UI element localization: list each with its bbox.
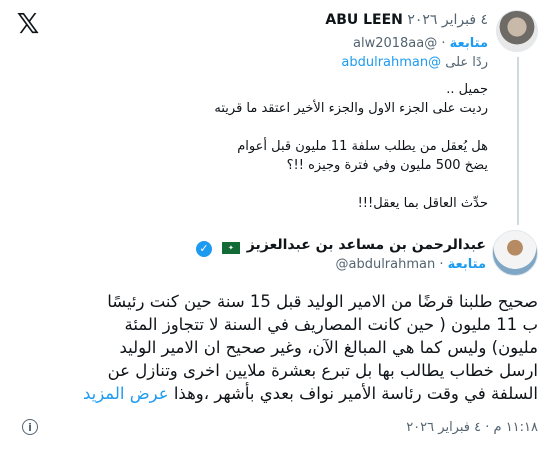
parent-text-line: جميل .. <box>446 82 488 97</box>
main-text-line: ب 11 مليون ( حين كانت المصاريف في السنة … <box>124 315 539 334</box>
parent-author-name[interactable]: ABU LEEN <box>325 12 403 28</box>
avatar-main-author[interactable] <box>492 230 538 276</box>
avatar-parent-author[interactable] <box>496 10 538 52</box>
parent-tweet-subheader: متابعة · @alw2018aa <box>68 34 488 54</box>
parent-follow-button[interactable]: متابعة <box>450 36 488 51</box>
main-tweet-header: عبدالرحمن بن مساعد بن عبدالعزيز ✦ ✓ <box>66 235 486 257</box>
reply-to-handle[interactable]: @abdulrahman <box>341 55 441 70</box>
main-tweet-subheader: @abdulrahman · متابعة <box>66 256 486 274</box>
main-text-line-last: السلفة في وقت رئاسة الأمير نواف بعدي بأش… <box>12 382 538 405</box>
main-text-line: ارسل خطاب يطالب بها بل تبرع بعشرة ملايين… <box>107 361 538 380</box>
main-tweet-timestamp[interactable]: ١١:١٨ م · ٤ فبراير ٢٠٢٦ <box>238 418 538 438</box>
parent-text-line: يضخ 500 مليون وفي فترة وجيزه !!؟ <box>286 158 488 173</box>
main-text-line: مليون) وليس كما هي المبالغ الآن، وغير صح… <box>119 338 539 357</box>
main-text-line: السلفة في وقت رئاسة الأمير نواف بعدي بأش… <box>173 384 538 403</box>
verified-check-icon: ✓ <box>196 241 213 257</box>
parent-tweet-text: جميل .. رديت على الجزء الاول والجزء الأخ… <box>68 80 488 213</box>
parent-text-line: حدِّث العاقل بما يعقل!!! <box>357 196 488 211</box>
reply-to-label: ردًا على <box>445 55 488 70</box>
info-icon[interactable]: i <box>22 419 38 435</box>
main-follow-button[interactable]: متابعة <box>448 257 486 272</box>
separator-dot: · <box>439 257 444 272</box>
main-author-name[interactable]: عبدالرحمن بن مساعد بن عبدالعزيز <box>247 237 486 253</box>
parent-tweet-header: ABU LEEN ٤ فبراير ٢٠٢٦ <box>58 10 488 30</box>
saudi-flag-icon: ✦ <box>221 242 240 254</box>
parent-text-line: هل يُعقل من يطلب سلفة 11 مليون قبل أعوام <box>237 139 488 154</box>
reply-to-line: ردًا على @abdulrahman <box>68 54 488 72</box>
parent-text-line: رديت على الجزء الاول والجزء الأخير اعتقد… <box>214 101 488 116</box>
main-author-handle[interactable]: @abdulrahman <box>335 257 435 272</box>
separator-dot: · <box>441 36 446 51</box>
parent-author-handle[interactable]: @alw2018aa <box>353 36 437 51</box>
parent-tweet-date[interactable]: ٤ فبراير ٢٠٢٦ <box>407 12 488 28</box>
show-more-link[interactable]: عرض المزيد <box>83 384 169 403</box>
x-logo-icon[interactable]: 𝕏 <box>14 10 42 38</box>
main-text-line: صحيح طلبنا قرضًا من الامير الوليد قبل 15… <box>107 292 538 311</box>
thread-connector-line <box>517 57 519 225</box>
main-tweet-text: صحيح طلبنا قرضًا من الامير الوليد قبل 15… <box>12 290 538 405</box>
